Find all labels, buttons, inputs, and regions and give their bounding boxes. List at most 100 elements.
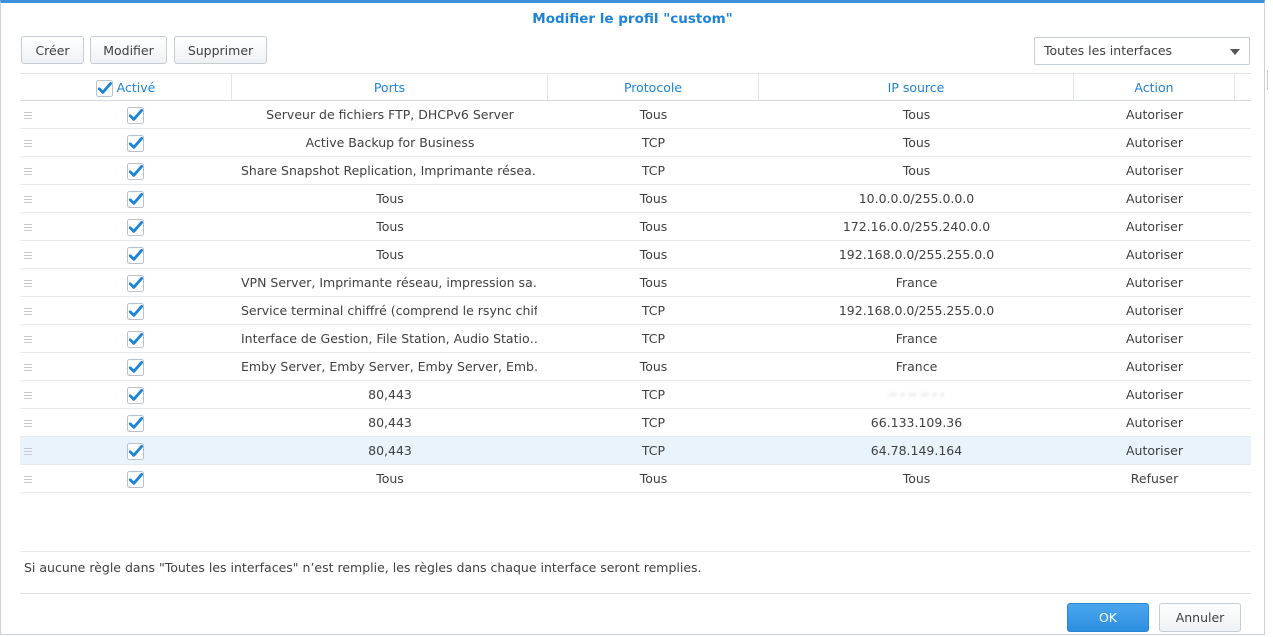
table-row[interactable]: Tous Tous 192.168.0.0/255.255.0.0 Autoriser bbox=[20, 241, 1251, 269]
divider bbox=[20, 551, 1251, 552]
ports-cell: 80,443 bbox=[368, 443, 412, 458]
table-row[interactable]: Active Backup for Business TCP Tous Autoris… bbox=[20, 129, 1251, 157]
table-row[interactable]: Service terminal chiffré (comprend le rs… bbox=[20, 297, 1251, 325]
enabled-cell[interactable] bbox=[20, 129, 250, 156]
protocol-cell: TCP bbox=[641, 135, 666, 150]
interface-select[interactable]: Toutes les interfaces bbox=[1034, 37, 1250, 65]
table-header: Activé Ports Protocole IP source Action bbox=[20, 73, 1251, 101]
ports-cell: Service terminal chiffré (comprend le rs… bbox=[241, 303, 537, 318]
table-row[interactable]: 80,443 TCP 64.78.149.164 Autoriser bbox=[20, 437, 1251, 465]
checkbox-checked-icon[interactable] bbox=[126, 387, 144, 404]
source-ip-cell: Tous bbox=[902, 135, 931, 150]
create-button[interactable]: Créer bbox=[21, 36, 84, 64]
divider bbox=[20, 593, 1251, 594]
checkbox-checked-icon[interactable] bbox=[126, 471, 144, 488]
source-ip-cell: France bbox=[895, 275, 938, 290]
table-row[interactable]: Serveur de fichiers FTP, DHCPv6 Server To… bbox=[20, 101, 1251, 129]
checkbox-checked-icon[interactable] bbox=[126, 191, 144, 208]
enabled-cell[interactable] bbox=[20, 325, 250, 352]
protocol-cell: TCP bbox=[641, 415, 666, 430]
header-enabled-label: Activé bbox=[116, 80, 156, 95]
table-row[interactable]: Tous Tous 10.0.0.0/255.0.0.0 Autoriser bbox=[20, 185, 1251, 213]
source-ip-cell: France bbox=[895, 359, 938, 374]
source-ip-cell: Tous bbox=[902, 471, 931, 486]
source-ip-cell: 192.168.0.0/255.255.0.0 bbox=[838, 303, 995, 318]
ok-button[interactable]: OK bbox=[1067, 603, 1149, 632]
enabled-cell[interactable] bbox=[20, 269, 250, 296]
action-cell: Autoriser bbox=[1126, 191, 1183, 206]
table-body: Serveur de fichiers FTP, DHCPv6 Server To… bbox=[20, 101, 1251, 493]
action-cell: Autoriser bbox=[1126, 107, 1183, 122]
action-cell: Autoriser bbox=[1126, 303, 1183, 318]
protocol-cell: Tous bbox=[639, 191, 668, 206]
ports-cell: Serveur de fichiers FTP, DHCPv6 Server bbox=[266, 107, 514, 122]
ports-cell: Emby Server, Emby Server, Emby Server, E… bbox=[241, 359, 537, 374]
table-row[interactable]: Tous Tous 172.16.0.0/255.240.0.0 Autoriser bbox=[20, 213, 1251, 241]
table-row[interactable]: Tous Tous Tous Refuser bbox=[20, 465, 1251, 493]
action-cell: Autoriser bbox=[1126, 387, 1183, 402]
header-protocol[interactable]: Protocole bbox=[548, 74, 759, 101]
table-row[interactable]: 80,443 TCP 66.133.109.36 Autoriser bbox=[20, 409, 1251, 437]
select-all-checkbox-icon[interactable] bbox=[95, 80, 113, 97]
enabled-cell[interactable] bbox=[20, 437, 250, 464]
checkbox-checked-icon[interactable] bbox=[126, 303, 144, 320]
protocol-cell: TCP bbox=[641, 331, 666, 346]
enabled-cell[interactable] bbox=[20, 381, 250, 408]
table-row[interactable]: Share Snapshot Replication, Imprimante r… bbox=[20, 157, 1251, 185]
enabled-cell[interactable] bbox=[20, 409, 250, 436]
action-cell: Autoriser bbox=[1126, 247, 1183, 262]
action-cell: Autoriser bbox=[1126, 163, 1183, 178]
enabled-cell[interactable] bbox=[20, 157, 250, 184]
source-ip-cell: Tous bbox=[902, 107, 931, 122]
action-cell: Autoriser bbox=[1126, 135, 1183, 150]
protocol-cell: Tous bbox=[639, 107, 668, 122]
edit-button[interactable]: Modifier bbox=[90, 36, 167, 64]
checkbox-checked-icon[interactable] bbox=[126, 443, 144, 460]
protocol-cell: Tous bbox=[639, 471, 668, 486]
action-cell: Autoriser bbox=[1126, 331, 1183, 346]
table-row[interactable]: Emby Server, Emby Server, Emby Server, E… bbox=[20, 353, 1251, 381]
source-ip-cell: ·· · ·· ·· · · bbox=[888, 387, 945, 402]
source-ip-cell: 172.16.0.0/255.240.0.0 bbox=[842, 219, 991, 234]
enabled-cell[interactable] bbox=[20, 353, 250, 380]
window-edge bbox=[1267, 70, 1272, 90]
dialog-title: Modifier le profil "custom" bbox=[532, 11, 733, 27]
enabled-cell[interactable] bbox=[20, 185, 250, 212]
delete-button[interactable]: Supprimer bbox=[174, 36, 267, 64]
enabled-cell[interactable] bbox=[20, 465, 250, 492]
header-enabled[interactable]: Activé bbox=[20, 74, 232, 101]
source-ip-cell: 64.78.149.164 bbox=[870, 443, 963, 458]
checkbox-checked-icon[interactable] bbox=[126, 331, 144, 348]
ports-cell: Active Backup for Business bbox=[305, 135, 475, 150]
header-action[interactable]: Action bbox=[1074, 74, 1235, 101]
protocol-cell: TCP bbox=[641, 387, 666, 402]
checkbox-checked-icon[interactable] bbox=[126, 219, 144, 236]
source-ip-cell: 66.133.109.36 bbox=[870, 415, 963, 430]
action-cell: Autoriser bbox=[1126, 219, 1183, 234]
enabled-cell[interactable] bbox=[20, 213, 250, 240]
enabled-cell[interactable] bbox=[20, 101, 250, 128]
checkbox-checked-icon[interactable] bbox=[126, 359, 144, 376]
table-row[interactable]: Interface de Gestion, File Station, Audi… bbox=[20, 325, 1251, 353]
enabled-cell[interactable] bbox=[20, 297, 250, 324]
action-cell: Autoriser bbox=[1126, 443, 1183, 458]
ports-cell: Share Snapshot Replication, Imprimante r… bbox=[241, 163, 537, 178]
protocol-cell: Tous bbox=[639, 247, 668, 262]
cancel-button[interactable]: Annuler bbox=[1159, 603, 1241, 632]
checkbox-checked-icon[interactable] bbox=[126, 135, 144, 152]
checkbox-checked-icon[interactable] bbox=[126, 107, 144, 124]
checkbox-checked-icon[interactable] bbox=[126, 247, 144, 264]
chevron-down-icon bbox=[1230, 49, 1240, 55]
checkbox-checked-icon[interactable] bbox=[126, 415, 144, 432]
header-source-ip[interactable]: IP source bbox=[759, 74, 1074, 101]
protocol-cell: TCP bbox=[641, 163, 666, 178]
table-row[interactable]: VPN Server, Imprimante réseau, impressio… bbox=[20, 269, 1251, 297]
table-row[interactable]: 80,443 TCP ·· · ·· ·· · · Autoriser bbox=[20, 381, 1251, 409]
enabled-cell[interactable] bbox=[20, 241, 250, 268]
checkbox-checked-icon[interactable] bbox=[126, 275, 144, 292]
checkbox-checked-icon[interactable] bbox=[126, 163, 144, 180]
header-ports[interactable]: Ports bbox=[232, 74, 548, 101]
protocol-cell: Tous bbox=[639, 219, 668, 234]
protocol-cell: Tous bbox=[639, 359, 668, 374]
source-ip-cell: 192.168.0.0/255.255.0.0 bbox=[838, 247, 995, 262]
